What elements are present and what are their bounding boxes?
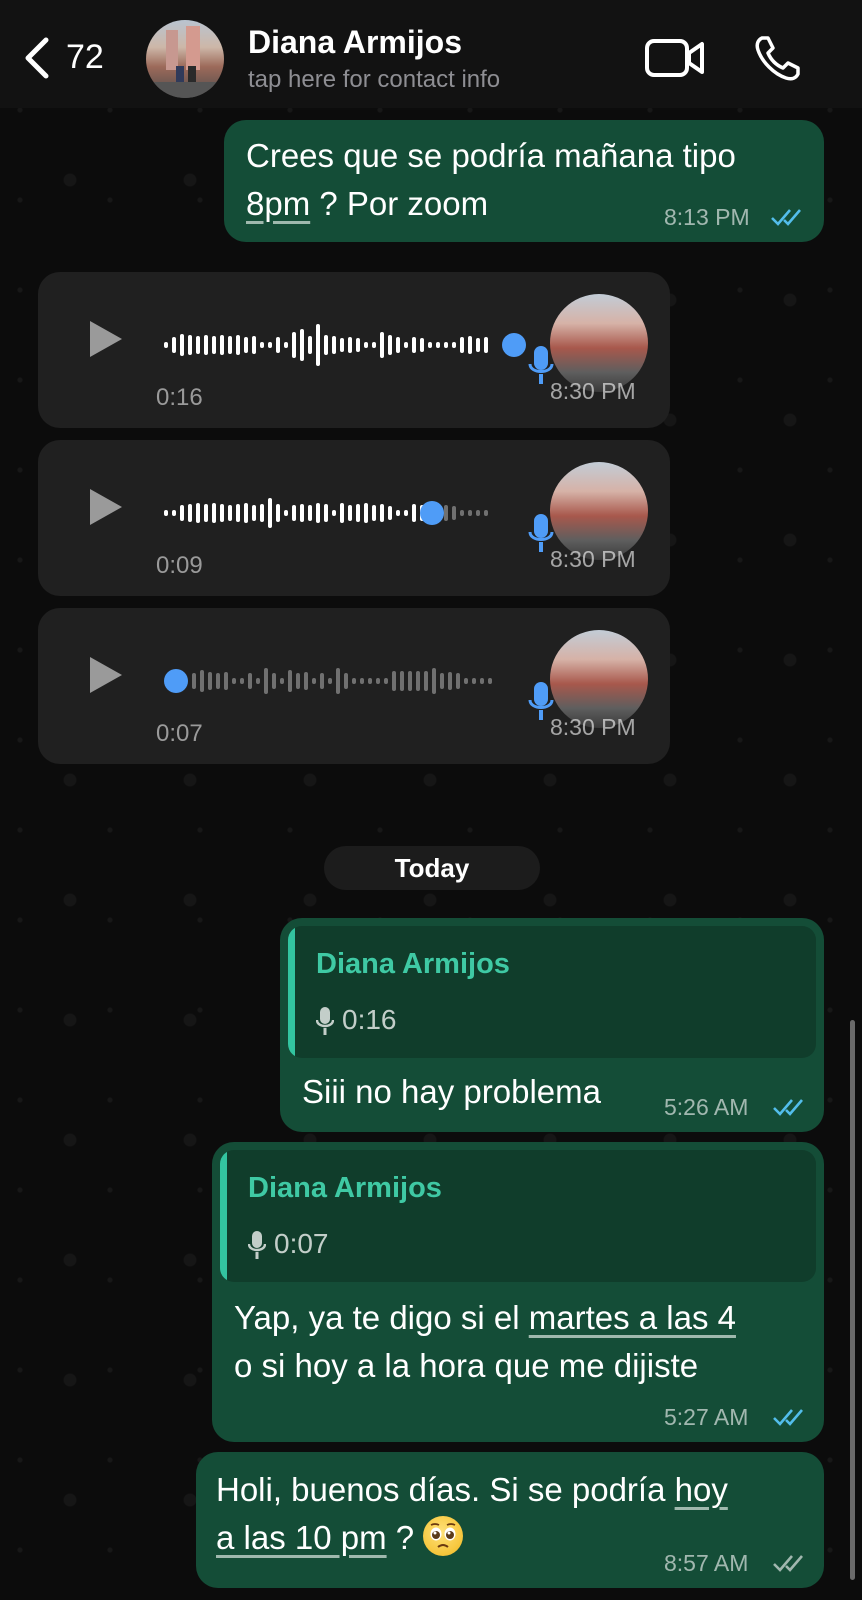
read-receipt-icon: [771, 209, 801, 226]
quoted-voice-message[interactable]: Diana Armijos 0:16: [288, 926, 816, 1058]
message-time: 5:27 AM: [664, 1404, 749, 1430]
message-text: Holi, buenos días. Si se podría hoy a la…: [216, 1466, 816, 1562]
reply-message-bubble[interactable]: Diana Armijos 0:07 Yap, ya te digo si el…: [212, 1142, 824, 1442]
datetime-link[interactable]: hoy: [675, 1471, 728, 1508]
datetime-link[interactable]: a las 10 pm: [216, 1519, 387, 1556]
outgoing-message-bubble[interactable]: Crees que se podría mañana tipo 8pm ? Po…: [224, 120, 824, 242]
message-text: Siii no hay problema: [302, 1073, 601, 1110]
chat-header: 72 Diana Armijos tap here for contact in…: [0, 0, 862, 108]
voice-waveform[interactable]: [164, 656, 544, 706]
quote-accent-bar: [220, 1150, 227, 1282]
day-separator: Today: [324, 846, 540, 890]
voice-duration: 0:07: [156, 720, 203, 747]
quoted-voice-message[interactable]: Diana Armijos 0:07: [220, 1150, 816, 1282]
message-time: 8:13 PM: [664, 204, 750, 230]
message-text-rest: ? Por zoom: [310, 185, 489, 222]
read-receipt-icon: [773, 1099, 803, 1116]
voice-message-bubble[interactable]: 0:07 8:30 PM: [38, 608, 670, 764]
message-text-line: o si hoy a la hora que me dijiste: [234, 1347, 699, 1384]
playback-position-dot: [420, 501, 444, 525]
quoted-voice-duration: 0:07: [274, 1228, 329, 1259]
message-time: 5:26 AM: [664, 1094, 749, 1120]
message-text-rest: ?: [386, 1519, 424, 1556]
datetime-link[interactable]: 8pm: [246, 185, 310, 222]
avatar-photo: [146, 26, 224, 98]
read-receipt-icon: [773, 1409, 803, 1426]
message-time: 8:30 PM: [550, 714, 636, 740]
delivered-receipt-icon: [773, 1555, 803, 1572]
message-text-start: Yap, ya te digo si el: [234, 1299, 529, 1336]
outgoing-message-bubble[interactable]: Holi, buenos días. Si se podría hoy a la…: [196, 1452, 824, 1588]
quoted-sender-name: Diana Armijos: [316, 948, 510, 980]
back-chevron-icon[interactable]: [18, 36, 58, 80]
unread-count[interactable]: 72: [66, 38, 104, 77]
message-text-line: Crees que se podría mañana tipo: [246, 137, 736, 174]
message-text: Yap, ya te digo si el martes a las 4 o s…: [234, 1294, 818, 1390]
voice-duration: 0:09: [156, 552, 203, 579]
message-time: 8:30 PM: [550, 546, 636, 572]
voice-message-bubble[interactable]: 0:09 8:30 PM: [38, 440, 670, 596]
quoted-voice-duration: 0:16: [342, 1004, 397, 1035]
scrollbar[interactable]: [850, 1020, 855, 1580]
playback-position-dot: [164, 669, 188, 693]
video-call-icon[interactable]: [644, 36, 706, 80]
play-icon[interactable]: [86, 318, 126, 360]
phone-call-icon[interactable]: [752, 32, 804, 84]
pleading-face-emoji: [423, 1516, 464, 1556]
message-time: 8:30 PM: [550, 378, 636, 404]
quoted-sender-name: Diana Armijos: [248, 1172, 442, 1204]
voice-waveform[interactable]: [164, 320, 544, 370]
play-icon[interactable]: [86, 654, 126, 696]
playback-position-dot: [502, 333, 526, 357]
voice-message-bubble[interactable]: 0:16 8:30 PM: [38, 272, 670, 428]
voice-waveform[interactable]: [164, 488, 544, 538]
quote-accent-bar: [288, 926, 295, 1058]
datetime-link[interactable]: martes a las 4: [529, 1299, 736, 1336]
voice-duration: 0:16: [156, 384, 203, 411]
contact-avatar[interactable]: [146, 20, 224, 98]
contact-info-hint[interactable]: tap here for contact info: [248, 66, 500, 94]
message-time: 8:57 AM: [664, 1550, 749, 1576]
microphone-icon: [316, 1007, 334, 1035]
message-text-start: Holi, buenos días. Si se podría: [216, 1471, 675, 1508]
reply-message-bubble[interactable]: Diana Armijos 0:16 Siii no hay problema …: [280, 918, 824, 1132]
microphone-icon: [248, 1231, 266, 1259]
play-icon[interactable]: [86, 486, 126, 528]
contact-name[interactable]: Diana Armijos: [248, 24, 462, 61]
